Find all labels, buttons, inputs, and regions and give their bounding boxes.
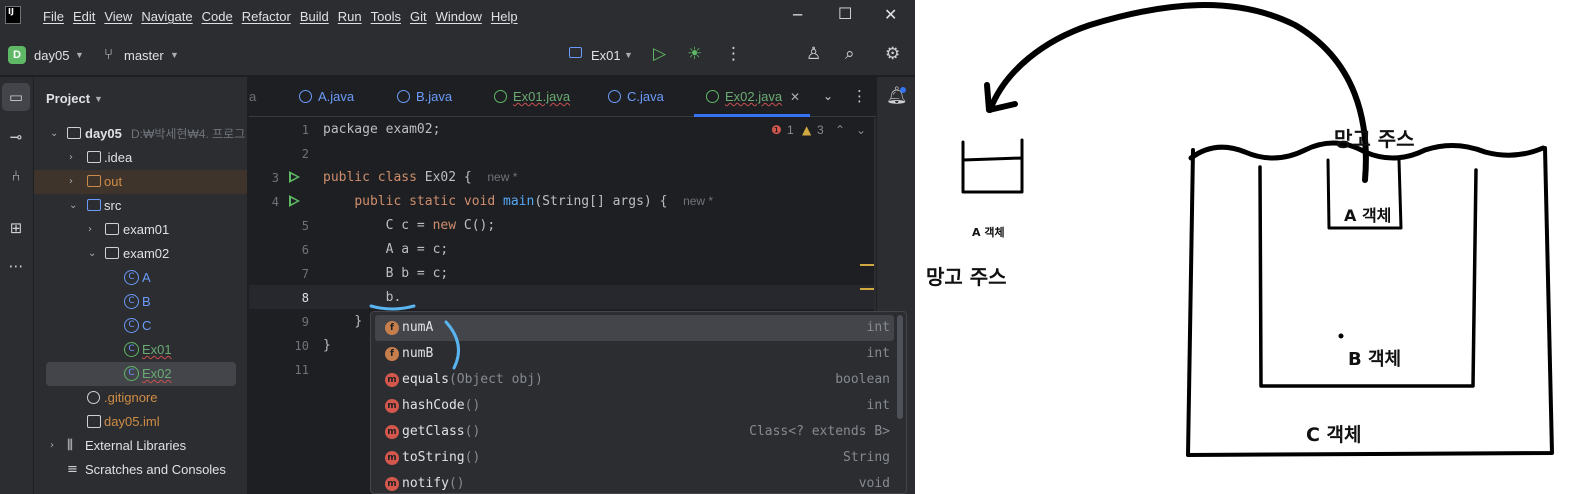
label-c-object: C 객체 xyxy=(1306,424,1362,446)
annotation-overlay xyxy=(369,304,460,370)
label-a-object: A 객체 xyxy=(1344,206,1392,225)
arrow-curve xyxy=(987,2,1369,183)
underline-stroke xyxy=(369,304,416,311)
label-garbage-left: 망고 주스 xyxy=(926,265,1007,289)
ide-window: IJ File Edit View Navigate Code Refactor… xyxy=(0,0,915,494)
drawing-canvas: A 객체 망고 주스 망고 주스 A 객체 B 객체 C 객체 xyxy=(915,0,1573,494)
label-a-object-small: A 객체 xyxy=(972,226,1005,239)
label-garbage-top: 망고 주스 xyxy=(1334,127,1415,151)
small-box xyxy=(961,138,1024,194)
dot-mark xyxy=(1338,333,1344,339)
sketch-lines xyxy=(961,2,1554,457)
bracket-stroke xyxy=(444,320,460,370)
label-b-object: B 객체 xyxy=(1348,349,1402,370)
c-box xyxy=(1186,146,1554,457)
